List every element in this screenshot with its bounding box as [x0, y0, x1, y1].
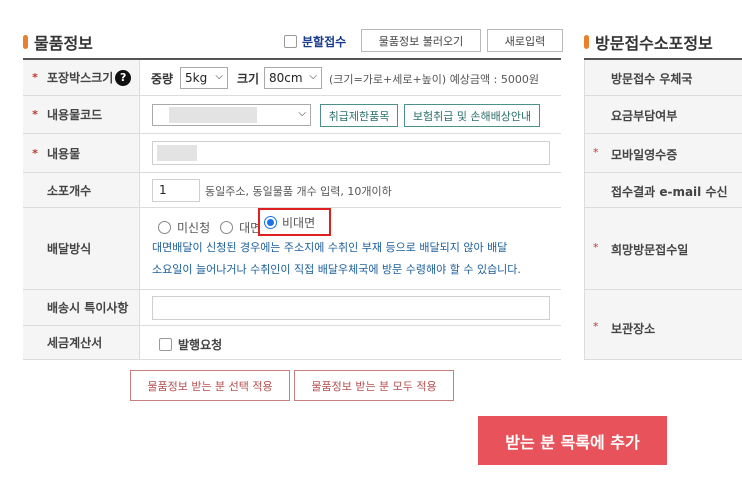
row-label: * 내용물코드 [23, 96, 140, 133]
radio-face-to-face[interactable] [220, 221, 234, 234]
section-title-item-info: 물품정보 [23, 30, 93, 54]
right-row-storage: * 보관장소 [584, 290, 742, 360]
right-row-email: 접수결과 e-mail 수신 [584, 173, 742, 208]
right-row-fee-payer: 요금부담여부 [584, 96, 742, 134]
weight-label: 중량 [151, 72, 174, 86]
title-bullet-icon [23, 35, 28, 49]
label-text: 배송시 특이사항 [47, 301, 129, 315]
size-hint: (크기=가로+세로+높이) 예상금액 : 5000원 [329, 73, 539, 86]
row-special-notes: 배송시 특이사항 [23, 290, 561, 326]
delivery-radio-group: 미신청 대면 [158, 219, 261, 236]
add-to-recipient-list-button[interactable]: 받는 분 목록에 추가 [478, 416, 667, 465]
section-title-text: 방문접수소포정보 [595, 34, 713, 53]
label-text: 보관장소 [611, 322, 656, 336]
row-content: * 내용물 [23, 134, 561, 173]
required-mark: * [32, 108, 38, 121]
row-content-code: * 내용물코드 ⌵ 취급제한품목 보험취급 및 손해배상안내 [23, 96, 561, 134]
note-line: 소요일이 늘어나거나 수취인이 직접 배달우체국에 방문 수령해야 할 수 있습… [152, 263, 521, 276]
redacted-value [169, 107, 257, 123]
chevron-down-icon: ⌵ [298, 108, 306, 119]
row-label: 배달방식 [23, 208, 140, 289]
weight-value: 5kg [185, 71, 208, 85]
size-value: 80cm [269, 71, 303, 85]
right-row-post-office: 방문접수 우체국 [584, 60, 742, 96]
title-bullet-icon [584, 35, 589, 49]
checkbox-label: 발행요청 [178, 338, 223, 352]
section-title-visit-info: 방문접수소포정보 [584, 30, 713, 54]
required-mark: * [593, 320, 599, 333]
highlight-box: 비대면 [258, 208, 331, 236]
size-select[interactable]: 80cm ⌵ [264, 67, 322, 89]
right-row-visit-date: * 희망방문접수일 [584, 208, 742, 290]
label-text: 배달방식 [47, 242, 92, 256]
apply-all-button[interactable]: 물품정보 받는 분 모두 적용 [294, 370, 454, 401]
chevron-down-icon: ⌵ [309, 71, 317, 82]
required-mark: * [593, 146, 599, 159]
required-mark: * [593, 241, 599, 254]
label-text: 세금계산서 [47, 336, 103, 350]
content-code-select[interactable]: ⌵ [152, 104, 311, 126]
load-item-info-button[interactable]: 물품정보 불러오기 [361, 29, 481, 52]
radio-contactless[interactable] [264, 215, 277, 229]
row-label: * 내용물 [23, 134, 140, 172]
label-text: 요금부담여부 [611, 109, 678, 123]
row-label: 세금계산서 [23, 326, 140, 359]
label-text: 포장박스크기 [47, 71, 114, 85]
label-text: 희망방문접수일 [611, 243, 689, 257]
item-info-table: * 포장박스크기 ? 중량 5kg ⌵ 크기 80cm ⌵ (크기=가로+세로+… [23, 58, 561, 360]
row-delivery-method: 배달방식 미신청 대면 비대면 대면배달이 신청된 경우에는 주소지에 수취인 … [23, 208, 561, 290]
right-row-mobile-receipt: * 모바일영수증 [584, 134, 742, 173]
note-line: 대면배달이 신청된 경우에는 주소지에 수취인 부재 등으로 배달되지 않아 배… [152, 241, 508, 254]
row-box-size: * 포장박스크기 ? 중량 5kg ⌵ 크기 80cm ⌵ (크기=가로+세로+… [23, 60, 561, 96]
restricted-items-button[interactable]: 취급제한품목 [320, 104, 398, 127]
question-circle-icon[interactable]: ? [115, 69, 132, 86]
radio-label: 비대면 [282, 215, 316, 230]
row-label: 배송시 특이사항 [23, 290, 140, 325]
row-tax-invoice: 세금계산서 발행요청 [23, 326, 561, 360]
tax-invoice-checkbox-group[interactable]: 발행요청 [159, 336, 222, 353]
label-text: 내용물코드 [47, 108, 103, 122]
content-input[interactable] [152, 141, 550, 165]
parcel-count-input[interactable]: 1 [152, 179, 200, 202]
special-notes-input[interactable] [152, 296, 550, 320]
required-mark: * [32, 146, 38, 160]
label-text: 방문접수 우체국 [611, 72, 693, 86]
row-parcel-count: 소포개수 1 동일주소, 동일물품 개수 입력, 10개이하 [23, 173, 561, 208]
split-label: 분할접수 [302, 35, 347, 49]
parcel-count-hint: 동일주소, 동일물품 개수 입력, 10개이하 [205, 185, 392, 198]
apply-selected-button[interactable]: 물품정보 받는 분 선택 적용 [130, 370, 290, 401]
size-label: 크기 [237, 72, 260, 86]
row-label: 소포개수 [23, 173, 140, 207]
label-text: 소포개수 [47, 183, 92, 198]
redacted-value [157, 145, 197, 161]
label-text: 내용물 [47, 146, 81, 161]
weight-select[interactable]: 5kg ⌵ [180, 67, 228, 89]
delivery-note: 대면배달이 신청된 경우에는 주소지에 수취인 부재 등으로 배달되지 않아 배… [152, 237, 552, 281]
section-title-text: 물품정보 [34, 34, 93, 53]
required-mark: * [32, 71, 38, 84]
radio-not-requested[interactable] [158, 221, 171, 234]
new-entry-button[interactable]: 새로입력 [487, 29, 563, 52]
radio-label: 미신청 [177, 221, 211, 235]
label-text: 모바일영수증 [611, 148, 678, 162]
split-checkbox[interactable] [284, 35, 297, 48]
split-receipt-toggle[interactable]: 분할접수 [284, 33, 346, 50]
tax-invoice-checkbox[interactable] [159, 338, 172, 351]
chevron-down-icon: ⌵ [215, 71, 223, 82]
row-label: * 포장박스크기 ? [23, 60, 140, 95]
visit-info-table: 방문접수 우체국 요금부담여부 * 모바일영수증 접수결과 e-mail 수신 … [584, 58, 742, 360]
label-text: 접수결과 e-mail 수신 [611, 185, 728, 199]
insurance-guide-button[interactable]: 보험취급 및 손해배상안내 [404, 104, 540, 127]
